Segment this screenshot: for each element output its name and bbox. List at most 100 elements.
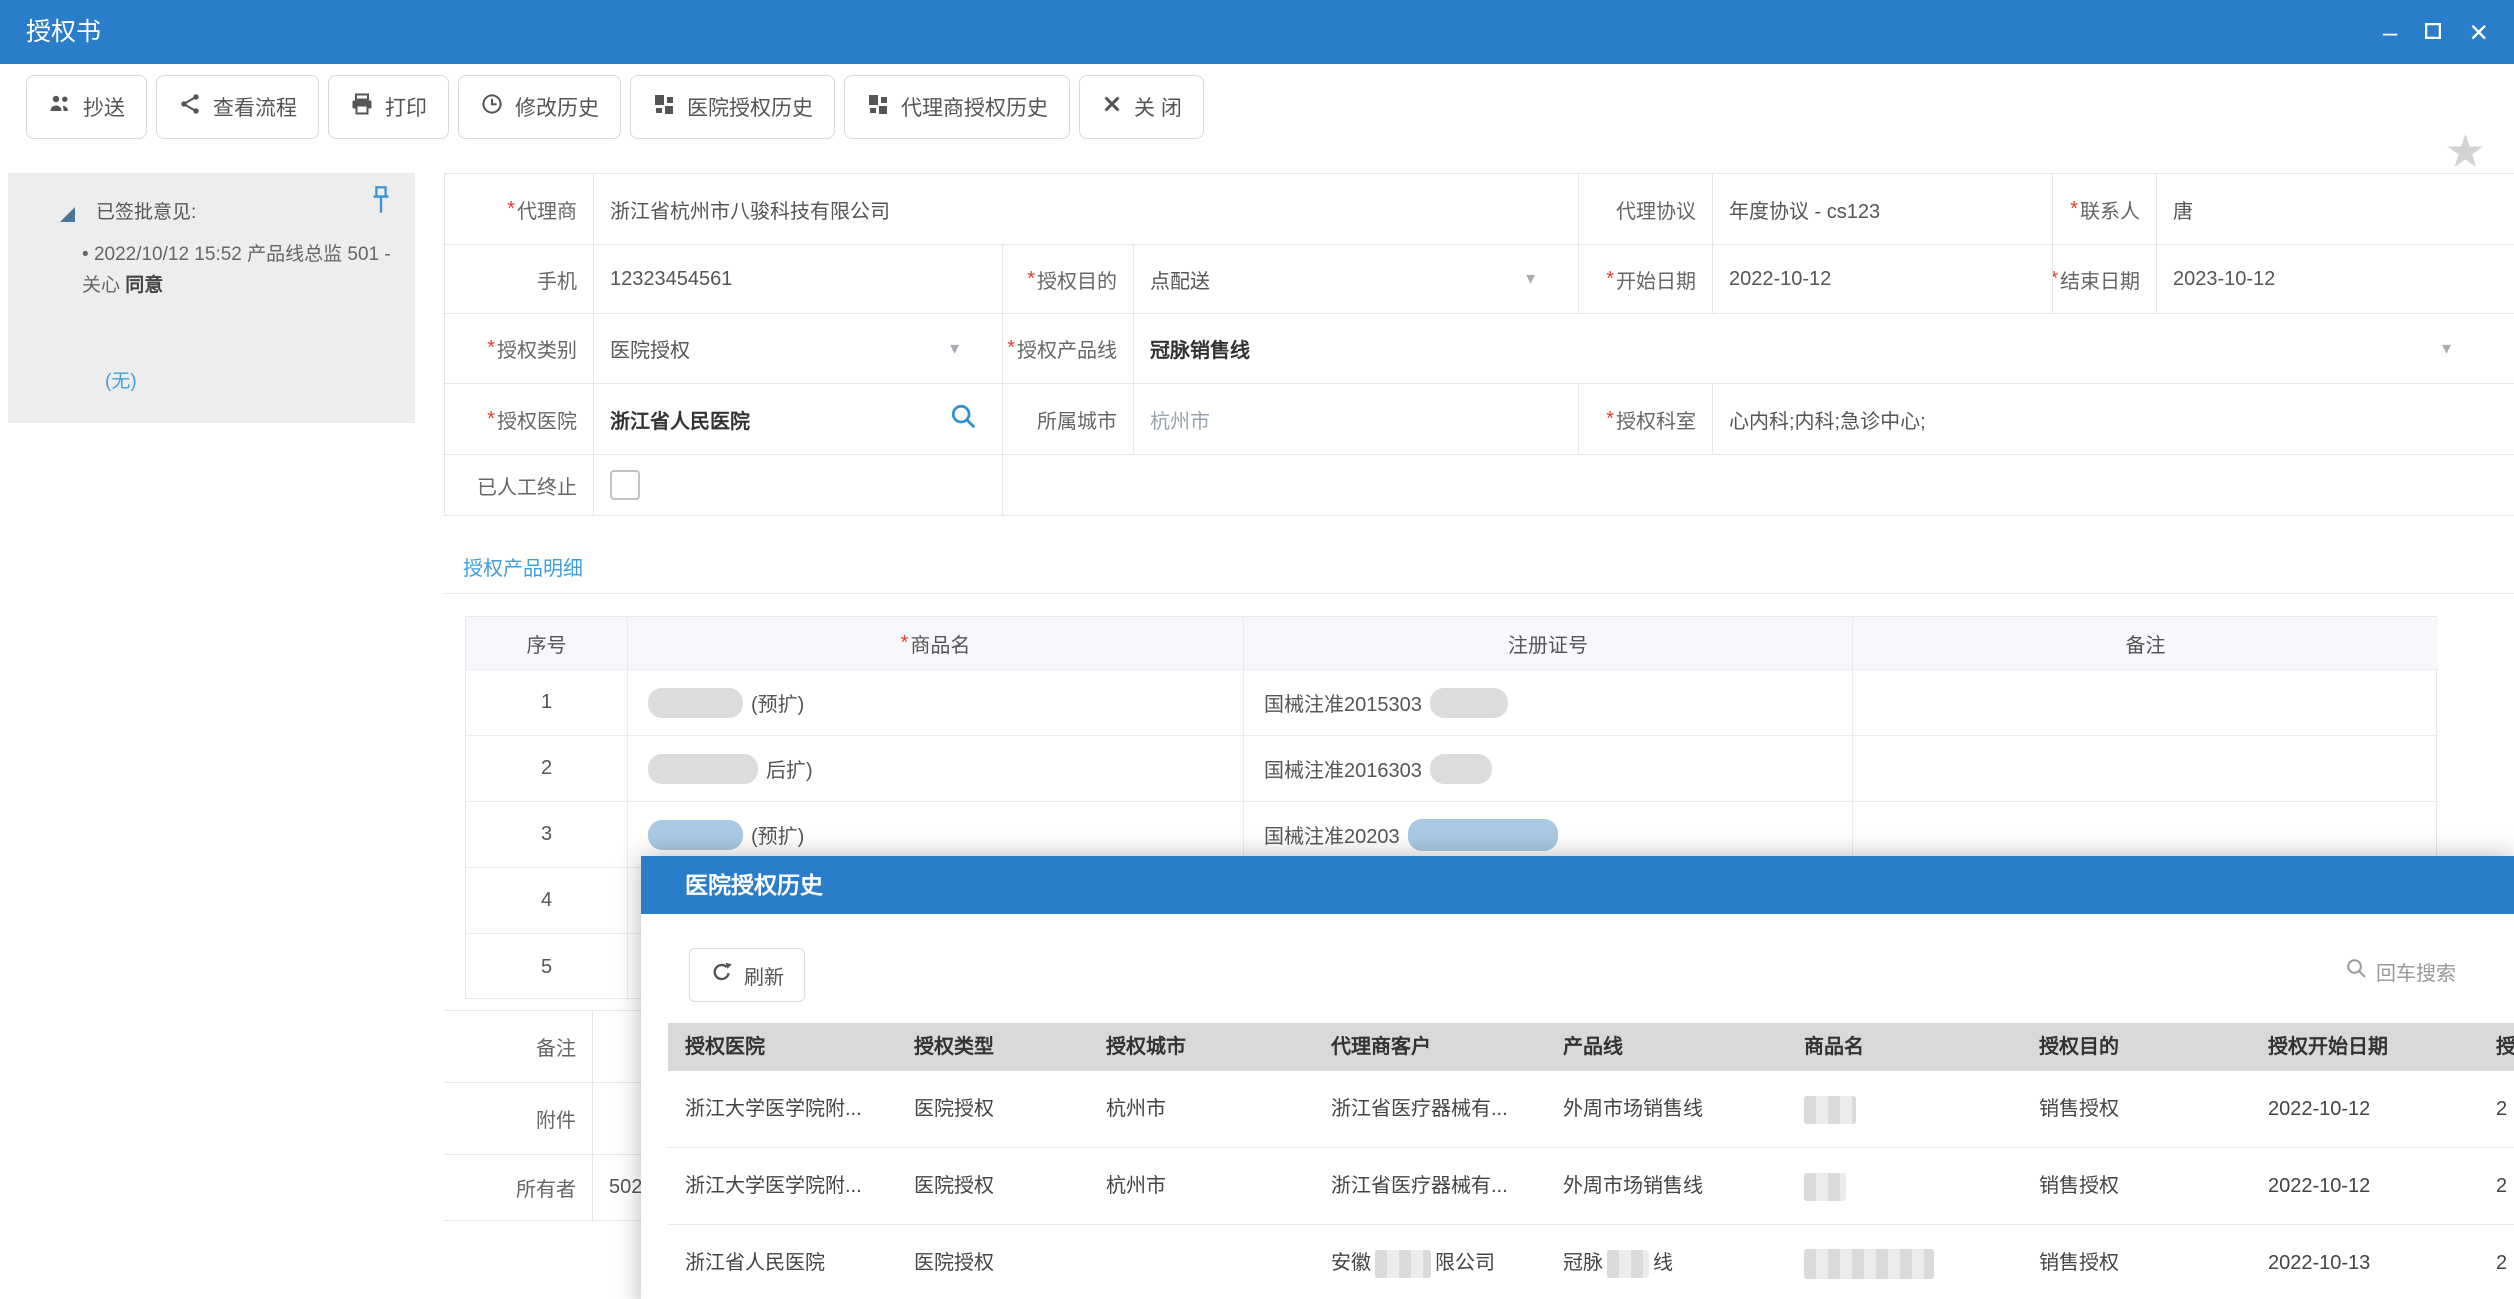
agent-field[interactable]: 浙江省杭州市八骏科技有限公司 [594,174,1579,245]
close-form-button[interactable]: 关 闭 [1079,75,1204,139]
redacted-blob [648,754,758,784]
col-line[interactable]: 产品线 [1563,1023,1623,1071]
hospital-history-label: 医院授权历史 [687,92,813,122]
minimize-icon[interactable]: – [2383,19,2397,45]
share-icon [178,92,202,122]
chevron-down-icon[interactable]: ▼ [1523,271,1538,288]
search-placeholder: 回车搜索 [2376,957,2456,986]
redacted-blob [1375,1250,1431,1278]
product-col-name: *商品名 [628,617,1244,670]
maximize-icon[interactable] [2423,19,2443,45]
chevron-down-icon[interactable]: ▼ [947,340,962,357]
x-icon [1101,93,1123,121]
redacted-blob [1607,1250,1649,1278]
approval-none-link[interactable]: (无) [105,366,137,393]
col-purpose[interactable]: 授权目的 [2039,1023,2119,1071]
collapse-triangle-icon[interactable] [60,207,75,222]
purpose-label: *授权目的 [1003,245,1134,314]
grid-blocks-icon [866,92,890,122]
bullet-icon: • [82,244,89,265]
contact-field[interactable]: 唐 [2157,174,2514,245]
col-city[interactable]: 授权城市 [1106,1023,1186,1071]
window-titlebar: 授权书 – × [0,0,2514,64]
product-row-name: (预扩) [628,670,1244,736]
modal-title: 医院授权历史 [685,856,823,914]
product-col-regno: 注册证号 [1244,617,1853,670]
product-row-seq: 3 [466,802,628,868]
product-row-seq: 1 [466,670,628,736]
approval-comment: • 2022/10/12 15:52 产品线总监 501 - 关心 同意 [82,239,398,301]
col-type[interactable]: 授权类型 [914,1023,994,1071]
city-label: 所属城市 [1003,384,1134,455]
department-label: *授权科室 [1579,384,1713,455]
city-field[interactable]: 杭州市 [1134,384,1579,455]
section-divider [444,593,2514,594]
product-line-label: *授权产品线 [1003,314,1134,384]
pin-icon[interactable] [369,185,393,220]
toolbar: 抄送 查看流程 打印 修改历史 医院授权历史 代理商授权历史 关 闭 [0,64,2514,150]
product-row-remark [1853,736,2438,802]
people-icon [48,92,72,122]
view-flow-button[interactable]: 查看流程 [156,75,319,139]
approval-title: 已签批意见: [96,197,196,224]
agent-history-label: 代理商授权历史 [901,92,1048,122]
start-date-field[interactable]: 2022-10-12 [1713,245,2053,314]
redacted-blob [1430,688,1508,718]
refresh-button[interactable]: 刷新 [689,948,805,1002]
agent-label: *代理商 [445,174,594,245]
department-field[interactable]: 心内科;内科;急诊中心; [1713,384,2514,455]
close-form-label: 关 闭 [1134,92,1182,122]
col-agent[interactable]: 代理商客户 [1331,1023,1431,1071]
printer-icon [350,92,374,122]
terminated-checkbox[interactable] [610,470,640,500]
attachment-label: 附件 [444,1083,593,1155]
phone-field[interactable]: 12323454561 [594,245,1003,314]
redacted-blob [648,820,743,850]
empty-cell [1003,455,2514,516]
modal-search[interactable]: 回车搜索 [2344,956,2456,986]
col-product[interactable]: 商品名 [1804,1023,1864,1071]
window-title: 授权书 [26,0,101,64]
redacted-blob [1804,1071,1856,1148]
col-start[interactable]: 授权开始日期 [2268,1023,2388,1071]
category-label: *授权类别 [445,314,594,384]
chevron-down-icon[interactable]: ▼ [2439,340,2454,357]
agreement-field[interactable]: 年度协议 - cs123 [1713,174,2053,245]
agent-history-button[interactable]: 代理商授权历史 [844,75,1070,139]
modal-titlebar: 医院授权历史 [641,856,2514,914]
refresh-label: 刷新 [744,961,784,990]
purpose-dropdown[interactable]: 点配送▼ [1134,245,1579,314]
product-line-dropdown[interactable]: 冠脉销售线▼ [1134,314,2514,384]
col-hospital[interactable]: 授权医院 [685,1023,765,1071]
col-clipped[interactable]: 授 [2496,1023,2514,1071]
product-detail-link[interactable]: 授权产品明细 [463,552,583,581]
favorite-star-icon[interactable]: ★ [2445,128,2486,174]
hospital-history-button[interactable]: 医院授权历史 [630,75,835,139]
copy-button[interactable]: 抄送 [26,75,147,139]
search-icon [2344,956,2368,986]
close-icon[interactable]: × [2469,16,2488,48]
product-col-remark: 备注 [1853,617,2438,670]
hospital-field[interactable]: 浙江省人民医院 [594,384,1003,455]
end-date-field[interactable]: 2023-10-12 [2157,245,2514,314]
edit-history-button[interactable]: 修改历史 [458,75,621,139]
history-row[interactable]: 浙江省人民医院 医院授权 安徽限公司 冠脉线 销售授权 2022-10-13 2 [668,1225,2514,1299]
history-row[interactable]: 浙江大学医学院附... 医院授权 杭州市 浙江省医疗器械有... 外周市场销售线… [668,1071,2514,1148]
product-row-seq: 4 [466,868,628,934]
approval-panel: 已签批意见: • 2022/10/12 15:52 产品线总监 501 - 关心… [8,173,415,423]
authorization-form: *代理商 浙江省杭州市八骏科技有限公司 代理协议 年度协议 - cs123 *联… [444,173,2514,516]
hospital-history-modal: 医院授权历史 刷新 回车搜索 授权医院 授权类型 授权城市 代理商客户 产品线 … [641,856,2514,1299]
end-date-label: *结束日期 [2053,245,2157,314]
app-window: 授权书 – × 抄送 查看流程 打印 修改历史 医院授权历史 [0,0,2514,1299]
history-row[interactable]: 浙江大学医学院附... 医院授权 杭州市 浙江省医疗器械有... 外周市场销售线… [668,1148,2514,1225]
print-button[interactable]: 打印 [328,75,449,139]
owner-label: 所有者 [444,1155,593,1221]
search-icon[interactable] [948,401,978,437]
print-label: 打印 [385,92,427,122]
product-row-regno: 国械注准2016303 [1244,736,1853,802]
edit-history-label: 修改历史 [515,92,599,122]
view-flow-label: 查看流程 [213,92,297,122]
redacted-blob [648,688,743,718]
redacted-blob [1804,1148,1846,1225]
category-dropdown[interactable]: 医院授权▼ [594,314,1003,384]
